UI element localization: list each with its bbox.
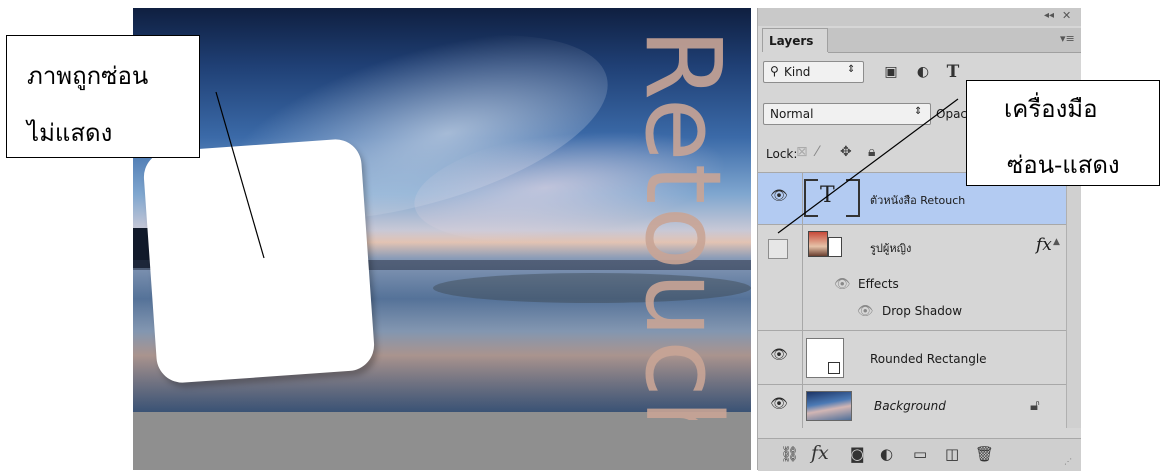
tab-strip <box>828 28 1081 53</box>
rounded-rectangle-shape[interactable] <box>142 137 376 385</box>
collapse-panel-icon[interactable]: ◂◂ <box>1044 10 1054 21</box>
effects-eye-icon[interactable]: 👁︎ <box>834 277 851 292</box>
close-icon[interactable]: ✕ <box>1062 9 1071 22</box>
filter-type-icon[interactable]: T <box>942 61 964 83</box>
lock-position-move-icon[interactable]: ✥ <box>840 144 852 160</box>
lock-transparent-icon[interactable]: ⊠ <box>796 144 808 160</box>
lock-paint-brush-icon[interactable]: ⁄ <box>816 144 818 160</box>
type-layer-thumb-right <box>846 179 860 217</box>
link-layers-icon[interactable]: ⛓︎ <box>780 445 799 463</box>
vector-shape-icon <box>828 362 840 374</box>
eye-visibility-icon[interactable]: 👁︎ <box>762 347 796 371</box>
retouch-text-layer[interactable]: Retouch <box>626 16 758 420</box>
blend-mode-select[interactable]: Normal ⇕ <box>763 103 931 125</box>
add-layer-style-fx-icon[interactable]: fx <box>811 442 829 464</box>
layer-row-background[interactable]: 👁︎ Background 🔓︎ <box>758 384 1066 428</box>
trash-icon[interactable]: 🗑︎ <box>975 445 994 463</box>
layers-scrollbar[interactable] <box>1066 172 1081 428</box>
layer-name[interactable]: Background <box>874 399 946 413</box>
layers-panel: ◂◂ ✕ Layers ▾≡ ⚲ Kind ⇕ ▣ ◐ T Normal ⇕ O… <box>757 8 1081 471</box>
callout-tool-line1: เครื่องมือ <box>1004 95 1098 123</box>
visibility-toggle-empty[interactable] <box>768 239 788 259</box>
new-layer-icon[interactable]: ◫ <box>945 445 959 463</box>
retouch-text: Retouch <box>626 28 744 420</box>
layer-effects-fx-icon[interactable]: fx <box>1036 235 1052 255</box>
layer-row-woman-image[interactable]: รูปผู้หญิง fx ▲ 👁︎ Effects 👁︎ Drop Shado… <box>758 224 1066 330</box>
layer-name[interactable]: Rounded Rectangle <box>870 352 987 366</box>
callout-hidden-image: ภาพถูกซ่อน ไม่แสดง <box>6 35 200 158</box>
column-divider <box>802 331 803 384</box>
column-divider <box>802 225 803 330</box>
lock-icon: 🔓︎ <box>1030 396 1040 414</box>
stepper-arrows-icon: ⇕ <box>914 106 923 117</box>
panel-menu-icon[interactable]: ▾≡ <box>1060 32 1075 45</box>
stepper-arrows-icon: ⇕ <box>847 64 856 75</box>
callout-visibility-tool: เครื่องมือ ซ่อน-แสดง <box>966 80 1160 186</box>
expand-effects-arrow-icon[interactable]: ▲ <box>1053 237 1060 247</box>
background-thumbnail <box>806 391 852 421</box>
filter-kind-select[interactable]: ⚲ Kind ⇕ <box>763 61 864 83</box>
image-thumbnail <box>808 231 828 257</box>
layers-bottom-toolbar: ⛓︎ fx ◙ ◐ ▭ ◫ 🗑︎ ⋰ <box>758 438 1081 471</box>
resize-grip-icon[interactable]: ⋰ <box>1064 457 1072 466</box>
lock-all-icon[interactable]: 🔒︎ <box>868 144 875 160</box>
add-mask-icon[interactable]: ◙ <box>850 445 865 463</box>
search-icon: ⚲ <box>770 64 779 78</box>
layer-row-rounded-rectangle[interactable]: 👁︎ Rounded Rectangle <box>758 330 1066 384</box>
lock-label: Lock: <box>766 147 798 161</box>
new-group-folder-icon[interactable]: ▭ <box>913 445 927 463</box>
smart-object-badge-icon <box>828 237 842 257</box>
eye-visibility-icon[interactable]: 👁︎ <box>762 188 796 212</box>
callout-hidden-line2: ไม่แสดง <box>27 119 113 147</box>
blend-mode-value: Normal <box>770 107 814 121</box>
new-adjustment-layer-icon[interactable]: ◐ <box>880 445 893 463</box>
callout-tool-line2: ซ่อน-แสดง <box>1007 151 1120 179</box>
filter-pixel-icon[interactable]: ▣ <box>880 61 902 83</box>
eye-visibility-icon[interactable]: 👁︎ <box>762 396 796 420</box>
filter-kind-label: Kind <box>784 65 811 79</box>
type-layer-thumb-left <box>804 179 818 217</box>
drop-shadow-eye-icon[interactable]: 👁︎ <box>857 304 874 319</box>
layer-name[interactable]: รูปผู้หญิง <box>870 239 911 257</box>
tab-layers[interactable]: Layers <box>762 28 828 52</box>
panel-title-bar: ◂◂ ✕ <box>758 8 1081 26</box>
column-divider <box>802 173 803 224</box>
drop-shadow-label[interactable]: Drop Shadow <box>882 304 962 318</box>
filter-adjustment-icon[interactable]: ◐ <box>912 61 934 83</box>
effects-label[interactable]: Effects <box>858 277 899 291</box>
opacity-label: Opac <box>936 107 968 121</box>
column-divider <box>802 385 803 428</box>
callout-hidden-line1: ภาพถูกซ่อน <box>27 62 149 90</box>
layer-name[interactable]: ตัวหนังสือ Retouch <box>870 191 965 209</box>
type-layer-icon: T <box>820 183 835 208</box>
